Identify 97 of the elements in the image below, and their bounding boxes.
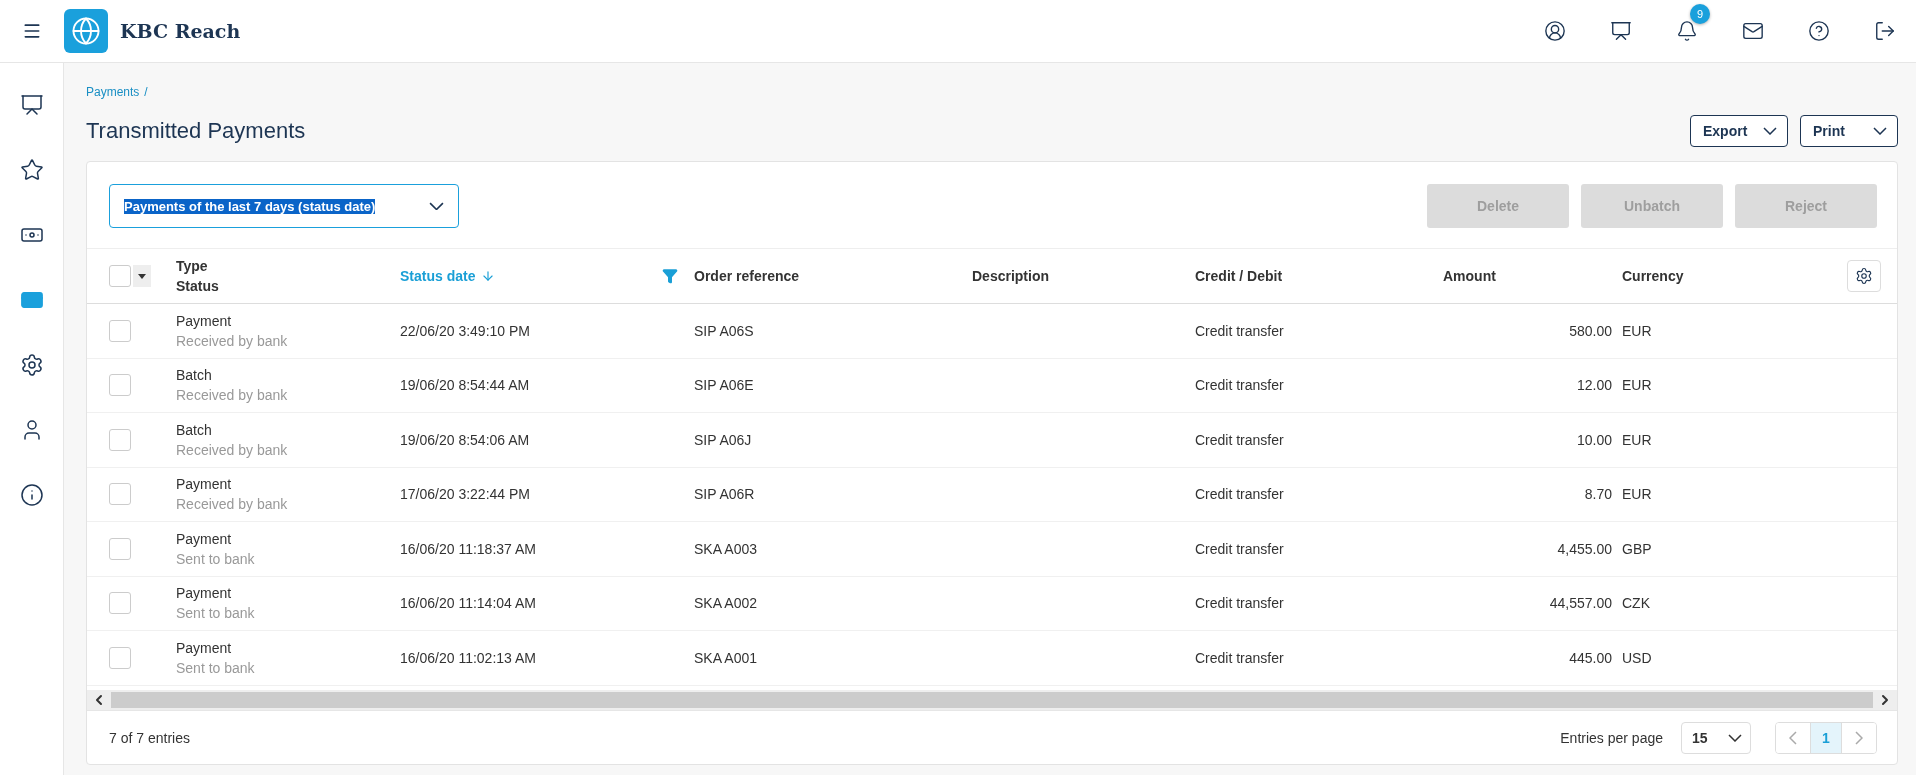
table-cell-text: Batch bbox=[176, 421, 213, 438]
table-cell-text: Payment bbox=[176, 312, 233, 329]
per-page-select[interactable]: 15 bbox=[1681, 721, 1751, 754]
status-text: Sent to bank bbox=[176, 659, 256, 676]
table-cell-text: EUR bbox=[1622, 377, 1653, 394]
column-header[interactable]: Status bbox=[176, 278, 400, 294]
profile-icon bbox=[1544, 20, 1566, 42]
row-checkbox[interactable] bbox=[109, 319, 131, 342]
table-cell-text: Batch bbox=[176, 367, 213, 384]
select-all-checkbox[interactable] bbox=[109, 265, 131, 287]
table-cell-text: USD bbox=[1622, 649, 1653, 666]
table-cell-text: 4,455.00 bbox=[1556, 540, 1613, 557]
table-cell-text: SIP A06J bbox=[694, 431, 753, 448]
table-cell-text: Payment bbox=[176, 639, 233, 656]
settings-icon bbox=[1855, 267, 1873, 285]
table-cell-text: 580.00 bbox=[1568, 322, 1613, 339]
dropdown-button[interactable]: Print bbox=[1800, 115, 1898, 147]
row-checkbox[interactable] bbox=[109, 592, 131, 615]
table-cell-text: 10.00 bbox=[1575, 431, 1613, 448]
table-cell-text: 12.00 bbox=[1575, 377, 1613, 394]
table-cell-text: Credit transfer bbox=[1195, 540, 1285, 557]
table-cell-text: Payment bbox=[176, 585, 233, 602]
mail-icon bbox=[1742, 20, 1764, 42]
column-header[interactable]: Type bbox=[176, 258, 400, 274]
entries-count: 7 of 7 entries bbox=[109, 729, 190, 746]
chevron-left-icon bbox=[1789, 730, 1797, 745]
menu-icon bbox=[22, 21, 42, 41]
chevron-down-icon bbox=[429, 201, 444, 211]
select-menu-button[interactable] bbox=[133, 265, 151, 287]
star-icon bbox=[19, 157, 44, 182]
table-cell-text: Payment bbox=[176, 476, 233, 493]
scrollbar-thumb[interactable] bbox=[111, 692, 1873, 708]
breadcrumb-link[interactable]: Payments bbox=[86, 85, 140, 99]
chevron-right-icon bbox=[1855, 730, 1863, 745]
table-cell-text: EUR bbox=[1622, 322, 1653, 339]
table-cell-text: EUR bbox=[1622, 431, 1653, 448]
column-header[interactable]: Order reference bbox=[694, 268, 800, 284]
status-text: Sent to bank bbox=[176, 550, 256, 567]
column-header[interactable]: Credit / Debit bbox=[1195, 268, 1283, 284]
breadcrumb-separator: / bbox=[144, 85, 148, 99]
table-cell-text: Payment bbox=[176, 530, 233, 547]
table-cell-text: 22/06/20 3:49:10 PM bbox=[400, 322, 531, 339]
bell-icon bbox=[1676, 20, 1698, 42]
table-cell-text: Credit transfer bbox=[1195, 322, 1285, 339]
table-cell-text: SKA A001 bbox=[694, 649, 759, 666]
table-cell-text: EUR bbox=[1622, 486, 1653, 503]
app-title: KBC Reach bbox=[120, 20, 241, 42]
row-checkbox[interactable] bbox=[109, 374, 131, 397]
table-cell-text: Credit transfer bbox=[1195, 486, 1285, 503]
column-header[interactable]: Amount bbox=[1443, 268, 1496, 284]
table-cell-text: CZK bbox=[1622, 595, 1651, 612]
filter-select[interactable]: Payments of the last 7 days (status date) bbox=[109, 184, 459, 228]
column-header[interactable]: Currency bbox=[1622, 268, 1684, 284]
info-icon bbox=[19, 482, 44, 507]
row-checkbox[interactable] bbox=[109, 537, 131, 560]
table-cell-text: 19/06/20 8:54:44 AM bbox=[400, 377, 531, 394]
logout-icon bbox=[1874, 20, 1896, 42]
table-cell-text: SIP A06R bbox=[694, 486, 756, 503]
table-cell-text: SKA A003 bbox=[694, 540, 759, 557]
settings-button[interactable] bbox=[1847, 260, 1881, 292]
per-page-label: Entries per page bbox=[1560, 729, 1663, 746]
table-cell-text: 44,557.00 bbox=[1548, 595, 1613, 612]
table-cell-text: SIP A06S bbox=[694, 322, 755, 339]
status-text: Received by bank bbox=[176, 441, 289, 458]
chevron-down-icon bbox=[1728, 733, 1742, 742]
table-cell-text: 445.00 bbox=[1568, 649, 1613, 666]
globe-logo bbox=[64, 9, 108, 53]
table-cell-text: SKA A002 bbox=[694, 595, 759, 612]
chevron-down-icon bbox=[1873, 127, 1887, 135]
settings-icon bbox=[19, 352, 44, 377]
row-checkbox[interactable] bbox=[109, 428, 131, 451]
table-cell-text: 16/06/20 11:14:04 AM bbox=[400, 595, 537, 612]
help-icon bbox=[1808, 20, 1830, 42]
table-cell-text: Credit transfer bbox=[1195, 431, 1285, 448]
status-text: Received by bank bbox=[176, 387, 289, 404]
row-checkbox[interactable] bbox=[109, 483, 131, 506]
table-cell-text: 16/06/20 11:02:13 AM bbox=[400, 649, 537, 666]
status-text: Received by bank bbox=[176, 332, 289, 349]
caret-icon bbox=[138, 273, 146, 279]
table-cell-text: 17/06/20 3:22:44 PM bbox=[400, 486, 531, 503]
table-cell-text: Credit transfer bbox=[1195, 595, 1285, 612]
table-cell-text: 19/06/20 8:54:06 AM bbox=[400, 431, 531, 448]
table-cell-text: Credit transfer bbox=[1195, 649, 1285, 666]
table-cell-text: 8.70 bbox=[1583, 486, 1613, 503]
chevron-down-icon bbox=[1763, 127, 1777, 135]
row-checkbox[interactable] bbox=[109, 646, 131, 669]
dropdown-button[interactable]: Export bbox=[1690, 115, 1788, 147]
table-cell-text: 16/06/20 11:18:37 AM bbox=[400, 540, 537, 557]
status-text: Sent to bank bbox=[176, 605, 256, 622]
notification-count: 9 bbox=[1690, 4, 1710, 24]
table-cell-text: SIP A06E bbox=[694, 377, 755, 394]
table-cell-text: GBP bbox=[1622, 540, 1653, 557]
column-header[interactable]: Description bbox=[972, 268, 1049, 284]
status-text: Received by bank bbox=[176, 496, 289, 513]
filter-icon[interactable] bbox=[662, 268, 678, 284]
page-title: Transmitted Payments bbox=[86, 118, 306, 144]
table-cell-text: Credit transfer bbox=[1195, 377, 1285, 394]
